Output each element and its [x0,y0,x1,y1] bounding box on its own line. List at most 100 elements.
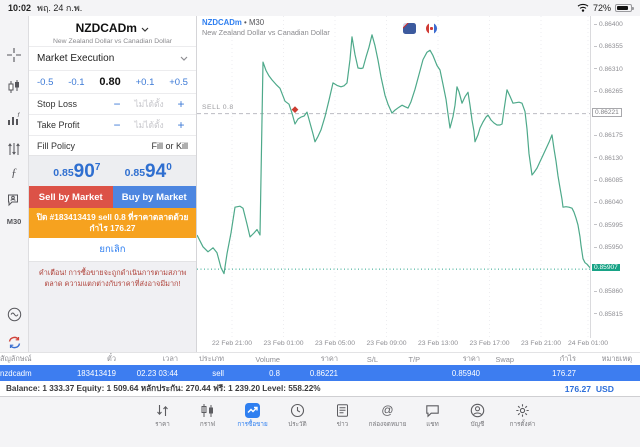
stop-loss-plus[interactable]: + [174,97,188,111]
bid-prefix: 0.85 [53,166,74,179]
volume-stepper: -0.5 -0.1 0.80 +0.1 +0.5 [29,70,196,93]
symbol-selector[interactable]: NZDCADm New Zealand Dollar vs Canadian D… [29,16,196,46]
canada-flag-icon [426,23,437,34]
price-axis-label: 0.86310 [594,66,623,73]
chart-panel[interactable]: NZDCADm • M30 New Zealand Dollar vs Cana… [197,16,640,352]
time-axis: 22 Feb 21:00 23 Feb 01:00 23 Feb 05:00 23 F… [197,340,640,352]
fill-policy-value: Fill or Kill [151,140,188,151]
current-price-axis-label: 0.85907 [592,264,620,272]
sync-icon[interactable] [0,334,28,352]
wave-circle-icon[interactable] [0,306,28,324]
tab-mailbox[interactable]: @ กล่องจดหมาย [365,402,410,429]
column-header: ราคา [462,354,480,363]
function-icon[interactable]: ƒ [0,165,28,180]
crosshair-icon[interactable] [0,46,28,64]
tab-charts[interactable]: กราฟ [185,402,230,429]
sell-position-line-label: SELL 0.8 [202,103,234,111]
column-header: Volume [255,354,280,364]
mailbox-icon: @ [381,403,394,417]
status-date: พฤ. 24 ก.พ. [37,3,83,13]
column-header: ตั๋ว [107,354,116,363]
status-bar: 10:02 พฤ. 24 ก.พ. 72% [0,0,640,16]
volume-plus-small[interactable]: +0.1 [136,77,155,88]
price-axis-label: 0.86400 [594,21,623,28]
cancel-button[interactable]: ยกเลิก [29,238,196,262]
market-warning-text: คำเตือน! การซื้อขายจะถูกดำเนินการตามสภาพ… [29,262,196,352]
trade-icon [245,402,260,418]
new-zealand-flag-icon [403,23,416,34]
sell-entry-marker [291,106,299,113]
tab-label: ประวัติ [288,421,307,428]
objects-sliders-icon[interactable] [0,140,28,158]
battery-percent: 72% [592,3,611,13]
ask-prefix: 0.85 [124,166,146,179]
fill-policy-label: Fill Policy [37,140,76,151]
order-panel: NZDCADm New Zealand Dollar vs Canadian D… [28,16,197,352]
take-profit-row: Take Profit − ไม่ได้ตั้ง + [29,114,196,135]
execution-type-select[interactable]: Market Execution [29,46,196,70]
chart-tool-rail: f ƒ M30 [0,16,28,352]
price-chart[interactable] [197,16,590,338]
tab-history[interactable]: ประวัติ [275,402,320,429]
sell-by-market-button[interactable]: Sell by Market [29,186,113,208]
price-axis-label: 0.86355 [594,43,623,50]
comment-person-icon[interactable] [0,191,28,209]
table-cell: sell [212,368,224,378]
price-axis-label: 0.86130 [594,155,623,162]
column-header: T/P [408,354,421,364]
price-axis-label: 0.85815 [594,311,623,318]
volume-plus-large[interactable]: +0.5 [169,77,188,88]
stop-loss-minus[interactable]: − [110,97,124,111]
symbol-description: New Zealand Dollar vs Canadian Dollar [52,38,172,45]
chevron-down-icon [180,53,188,64]
indicator-icon[interactable]: f [0,110,28,128]
tab-quotes[interactable]: ราคา [140,402,185,429]
settings-icon [515,402,530,418]
ask-price: 0.85 94 0 [125,162,172,181]
buy-by-market-button[interactable]: Buy by Market [112,186,196,208]
wifi-icon [577,3,589,14]
tab-chat[interactable]: แชท [410,402,455,429]
profit-currency: USD [595,383,614,394]
price-axis: 0.86400 0.86355 0.86310 0.86265 0.86175 0.861… [590,16,640,338]
take-profit-minus[interactable]: − [110,118,124,132]
news-icon [335,402,350,418]
take-profit-plus[interactable]: + [174,118,188,132]
price-axis-label: 0.85860 [594,288,623,295]
bid-big-digits: 90 [73,160,95,182]
tab-label: ข่าว [336,421,349,428]
column-header: Swap [495,354,515,364]
column-header: เวลา [162,354,178,363]
tab-account[interactable]: บัญชี [455,402,500,429]
status-right: 72% [577,3,634,14]
fill-policy-select[interactable]: Fill Policy Fill or Kill [29,135,196,155]
tab-trade[interactable]: การซื้อขาย [230,402,275,429]
position-row[interactable]: nzdcadm 183413419 02.23 03:44 sell 0.8 0.8622… [0,365,640,381]
sell-price-axis-label: 0.86221 [592,108,622,118]
stop-loss-row: Stop Loss − ไม่ได้ตั้ง + [29,93,196,114]
tab-label: การซื้อขาย [237,421,268,428]
ask-pip-digit: 0 [166,161,172,173]
table-cell: 176.27 [552,368,576,378]
history-icon [290,402,305,418]
volume-minus-small[interactable]: -0.1 [68,77,84,88]
tab-settings[interactable]: การตั้งค่า [500,402,545,429]
column-header: หมายเหตุ [601,354,632,363]
volume-value[interactable]: 0.80 [99,76,120,88]
tab-label: กราฟ [199,421,216,428]
account-profit: 176.27 USD [565,384,634,394]
take-profit-field[interactable]: ไม่ได้ตั้ง [124,118,174,132]
clock: 10:02 [8,3,32,13]
tab-news[interactable]: ข่าว [320,402,365,429]
tab-label: การตั้งค่า [509,421,536,428]
table-cell: 0.85940 [451,368,480,378]
time-axis-label: 22 Feb 21:00 [211,340,253,347]
close-position-banner[interactable]: ปิด #183413419 sell 0.8 ที่ราคาตลาดด้วยก… [29,208,196,238]
take-profit-label: Take Profit [37,120,80,130]
stop-loss-field[interactable]: ไม่ได้ตั้ง [124,97,174,111]
column-header: กำไร [559,354,576,363]
price-axis-label: 0.85950 [594,244,623,251]
volume-minus-large[interactable]: -0.5 [37,77,53,88]
candlestick-icon[interactable] [0,78,28,96]
timeframe-button[interactable]: M30 [0,217,28,226]
